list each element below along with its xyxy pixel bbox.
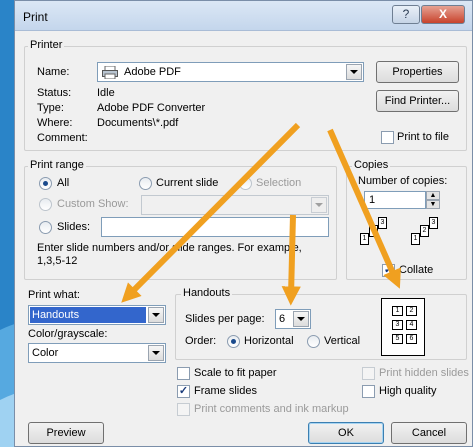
selection-label: Selection	[256, 177, 302, 189]
range-all-radio[interactable]	[39, 177, 52, 190]
ok-button[interactable]: OK	[308, 422, 384, 444]
where-value: Documents\*.pdf	[97, 117, 179, 129]
color-grayscale-label: Color/grayscale:	[28, 328, 108, 340]
collate-page-3: 3	[378, 217, 387, 229]
slides-radio[interactable]	[39, 221, 52, 234]
find-printer-button[interactable]: Find Printer...	[376, 90, 459, 112]
current-slide-radio[interactable]	[139, 177, 152, 190]
print-to-file-checkbox[interactable]	[381, 131, 394, 144]
color-grayscale-value: Color	[32, 347, 59, 359]
print-comments-label: Print comments and ink markup	[194, 403, 349, 415]
preview-slide-3: 3	[392, 320, 403, 330]
status-label: Status:	[37, 87, 72, 99]
preview-slide-4: 4	[406, 320, 417, 330]
type-label: Type:	[37, 102, 64, 114]
slides-per-page-value: 6	[279, 313, 286, 325]
print-range-title: Print range	[28, 159, 86, 171]
high-quality-checkbox[interactable]	[362, 385, 375, 398]
collate-pages-icon-2: 3 2 1	[411, 217, 451, 257]
scale-to-fit-label: Scale to fit paper	[194, 367, 277, 379]
printer-name-label: Name:	[37, 66, 70, 78]
where-label: Where:	[37, 117, 73, 129]
custom-show-dropdown[interactable]	[141, 195, 329, 215]
close-button[interactable]: X	[421, 5, 465, 24]
range-all-label: All	[57, 177, 70, 189]
print-comments-checkbox[interactable]	[177, 403, 190, 416]
preview-button[interactable]: Preview	[28, 422, 104, 444]
order-vertical-label: Vertical	[324, 335, 361, 347]
printer-name-dropdown[interactable]: Adobe PDF	[97, 62, 364, 82]
printer-group-title: Printer	[28, 39, 65, 51]
chevron-down-icon[interactable]	[293, 311, 309, 327]
cancel-button[interactable]: Cancel	[391, 422, 467, 444]
chevron-down-icon[interactable]	[148, 307, 164, 323]
collate-page-3b: 3	[429, 217, 438, 229]
frame-slides-checkbox[interactable]: ✓	[177, 385, 190, 398]
print-hidden-label: Print hidden slides	[379, 367, 469, 379]
custom-show-radio[interactable]	[39, 198, 52, 211]
type-value: Adobe PDF Converter	[97, 102, 206, 114]
collate-pages-icon: 3 2 1	[360, 217, 400, 257]
selection-radio[interactable]	[239, 177, 252, 190]
preview-slide-6: 6	[406, 334, 417, 344]
slides-input[interactable]	[101, 217, 329, 237]
collate-page-2: 2	[369, 225, 378, 237]
printer-name-value: Adobe PDF	[124, 66, 181, 78]
order-label: Order:	[185, 335, 217, 347]
print-what-label: Print what:	[28, 289, 80, 301]
order-horizontal-radio[interactable]	[227, 335, 240, 348]
copies-number-input[interactable]: 1	[364, 191, 426, 209]
preview-slide-1: 1	[392, 306, 403, 316]
current-slide-label: Current slide	[156, 177, 219, 189]
help-button[interactable]: ?	[392, 5, 420, 24]
collate-checkbox[interactable]: ✓	[382, 264, 395, 277]
scale-to-fit-checkbox[interactable]	[177, 367, 190, 380]
custom-show-label: Custom Show:	[57, 198, 129, 210]
order-horizontal-label: Horizontal	[244, 335, 294, 347]
window-title: Print	[23, 10, 48, 24]
printer-icon	[102, 66, 118, 79]
print-what-dropdown[interactable]: Handouts	[28, 305, 166, 325]
copies-number-value: 1	[369, 194, 376, 206]
slides-label: Slides:	[57, 221, 91, 233]
print-dialog: Print ? X Printer Name: Adobe PDF Proper…	[14, 0, 473, 447]
properties-button[interactable]: Properties	[376, 61, 459, 83]
preview-slide-5: 5	[392, 334, 403, 344]
copies-number-label: Number of copies:	[358, 175, 448, 187]
chevron-down-icon[interactable]	[148, 345, 164, 361]
print-what-value: Handouts	[32, 309, 80, 321]
color-grayscale-dropdown[interactable]: Color	[28, 343, 166, 363]
slides-per-page-dropdown[interactable]: 6	[275, 309, 311, 329]
handout-preview: 1 2 3 4 5 6	[381, 298, 425, 356]
preview-slide-2: 2	[406, 306, 417, 316]
collate-page-1b: 1	[411, 233, 420, 245]
spin-down-icon[interactable]: ▼	[426, 200, 440, 209]
comment-label: Comment:	[37, 132, 88, 144]
copies-title: Copies	[352, 159, 391, 171]
slides-hint: Enter slide numbers and/or slide ranges.…	[37, 242, 302, 267]
print-to-file-label: Print to file	[397, 131, 449, 143]
high-quality-label: High quality	[379, 385, 437, 397]
title-bar: Print ? X	[15, 1, 472, 31]
spin-up-icon[interactable]: ▲	[426, 191, 440, 200]
status-value: Idle	[97, 87, 115, 99]
order-vertical-radio[interactable]	[307, 335, 320, 348]
print-hidden-checkbox[interactable]	[362, 367, 375, 380]
collate-page-1: 1	[360, 233, 369, 245]
chevron-down-icon[interactable]	[346, 64, 362, 80]
collate-page-2b: 2	[420, 225, 429, 237]
handouts-title: Handouts	[181, 287, 233, 299]
slides-per-page-label: Slides per page:	[185, 313, 265, 325]
frame-slides-label: Frame slides	[194, 385, 257, 397]
collate-label: Collate	[399, 264, 434, 276]
chevron-down-icon[interactable]	[311, 197, 327, 213]
